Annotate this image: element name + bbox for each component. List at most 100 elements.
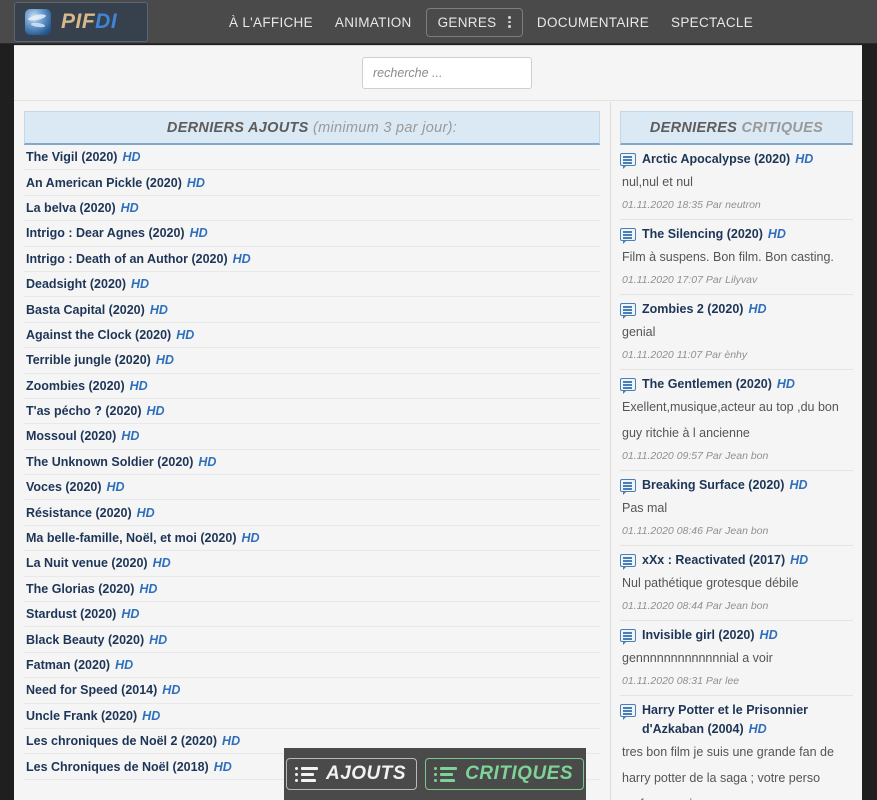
movie-list-item[interactable]: La belva (2020) HD	[24, 196, 600, 222]
movie-title: Fatman (2020)	[26, 658, 111, 672]
review-quality-badge: HD	[776, 377, 795, 391]
review-quality-badge: HD	[795, 152, 814, 166]
movie-list-item[interactable]: Need for Speed (2014) HD	[24, 678, 600, 704]
movie-title: Intrigo : Dear Agnes (2020)	[26, 226, 185, 241]
movie-title: Terrible jungle (2020)	[26, 353, 151, 368]
movie-title: Uncle Frank (2020)	[26, 708, 138, 723]
review-movie-title: Breaking Surface (2020)	[642, 478, 785, 492]
review-movie-title: xXx : Reactivated (2017)	[642, 553, 786, 567]
movie-list-item[interactable]: Voces (2020) HD	[24, 475, 600, 501]
list-icon	[294, 766, 318, 782]
latest-reviews-title-1: DERNIERES	[649, 119, 738, 136]
movie-quality-badge: HD	[136, 505, 155, 520]
review-body-text: nul,nul et nul	[622, 175, 693, 189]
movie-list-item[interactable]: The Unknown Soldier (2020) HD	[24, 450, 600, 476]
nav-item-documentaire[interactable]: DOCUMENTAIRE	[526, 9, 660, 36]
movie-list-item[interactable]: Zoombies (2020) HD	[24, 374, 600, 399]
movie-list-item[interactable]: Mossoul (2020) HD	[24, 424, 600, 450]
review-title-row[interactable]: Zombies 2 (2020) HD	[620, 300, 853, 319]
search-input[interactable]	[362, 57, 532, 89]
movie-quality-badge: HD	[162, 683, 181, 698]
movie-quality-badge: HD	[129, 378, 148, 393]
movie-list-item[interactable]: Against the Clock (2020) HD	[24, 323, 600, 349]
movie-list-item[interactable]: Ma belle-famille, Noël, et moi (2020) HD	[24, 526, 600, 552]
movie-title: La Nuit venue (2020)	[26, 556, 148, 571]
movie-quality-badge: HD	[241, 531, 260, 546]
nav-item-animation[interactable]: ANIMATION	[324, 9, 423, 36]
critiques-button[interactable]: CRITIQUES	[425, 758, 585, 790]
movie-quality-badge: HD	[232, 251, 251, 266]
movie-quality-badge: HD	[152, 556, 171, 571]
review-title-row[interactable]: Arctic Apocalypse (2020) HD	[620, 150, 853, 169]
movie-list-item[interactable]: The Glorias (2020) HD	[24, 577, 600, 603]
movie-list-item[interactable]: An American Pickle (2020) HD	[24, 170, 600, 196]
review-body-text: gennnnnnnnnnnnnial a voir	[622, 651, 773, 665]
review-item: Breaking Surface (2020) HD Pas mal 01.11.20…	[620, 471, 853, 546]
comment-bubble-icon	[620, 704, 636, 720]
movie-list-item[interactable]: Terrible jungle (2020) HD	[24, 348, 600, 374]
movie-title: Stardust (2020)	[26, 607, 117, 622]
movie-quality-badge: HD	[213, 759, 232, 774]
movie-list-item[interactable]: Deadsight (2020) HD	[24, 272, 600, 298]
review-title-row[interactable]: The Silencing (2020) HD	[620, 225, 853, 244]
review-item: The Silencing (2020) HD Film à suspens. Bo…	[620, 220, 853, 295]
kebab-menu-icon[interactable]	[505, 16, 514, 28]
movie-quality-badge: HD	[149, 302, 168, 317]
movie-list-item[interactable]: Uncle Frank (2020) HD	[24, 704, 600, 729]
movie-quality-badge: HD	[121, 429, 140, 444]
movie-title: Against the Clock (2020)	[26, 327, 172, 342]
comment-bubble-icon	[620, 153, 636, 169]
movie-list-item[interactable]: Fatman (2020) HD	[24, 653, 600, 679]
movie-list-item[interactable]: Black Beauty (2020) HD	[24, 627, 600, 653]
page-content: DERNIERS AJOUTS (minimum 3 par jour): Th…	[14, 45, 862, 800]
movie-quality-badge: HD	[189, 226, 208, 241]
review-movie-title: Arctic Apocalypse (2020)	[642, 152, 791, 166]
nav-item-genres[interactable]: GENRES	[425, 7, 523, 37]
movie-list-item[interactable]: Résistance (2020) HD	[24, 500, 600, 526]
movie-title: La belva (2020)	[26, 200, 116, 215]
review-movie-title: Harry Potter et le Prisonnier d'Azkaban …	[642, 703, 809, 736]
latest-reviews-header: DERNIERES CRITIQUES	[620, 111, 853, 145]
review-item: Zombies 2 (2020) HD genial 01.11.2020 11:07…	[620, 295, 853, 370]
movie-quality-badge: HD	[146, 404, 165, 419]
review-title-row[interactable]: Harry Potter et le Prisonnier d'Azkaban …	[620, 701, 853, 739]
movie-quality-badge: HD	[149, 632, 168, 647]
nav-item-a-laffiche[interactable]: À L'AFFICHE	[218, 9, 324, 36]
movie-list-item[interactable]: Basta Capital (2020) HD	[24, 297, 600, 323]
movie-quality-badge: HD	[176, 327, 195, 342]
movie-list-item[interactable]: La Nuit venue (2020) HD	[24, 551, 600, 577]
review-item: The Gentlemen (2020) HD Exellent,musique,a…	[620, 370, 853, 471]
brand-part-1: PIF	[61, 9, 96, 33]
ajouts-button-label: AJOUTS	[325, 763, 407, 784]
movie-list-item[interactable]: Stardust (2020) HD	[24, 602, 600, 628]
movie-list-item[interactable]: T'as pécho ? (2020) HD	[24, 399, 600, 425]
top-navbar: PIFDI À L'AFFICHE ANIMATION GENRES DOCUM…	[0, 0, 877, 44]
review-quality-badge: HD	[748, 722, 767, 736]
review-title-row[interactable]: Invisible girl (2020) HD	[620, 626, 853, 645]
movie-quality-badge: HD	[121, 607, 140, 622]
review-title-row[interactable]: xXx : Reactivated (2017) HD	[620, 551, 853, 570]
review-quality-badge: HD	[767, 227, 786, 241]
review-item: xXx : Reactivated (2017) HD Nul pathétique…	[620, 546, 853, 621]
review-title-row[interactable]: The Gentlemen (2020) HD	[620, 375, 853, 394]
globe-icon	[25, 8, 51, 35]
ajouts-button[interactable]: AJOUTS	[285, 758, 418, 790]
movie-list: The Vigil (2020) HD An American Pickle (20…	[24, 145, 600, 780]
review-item: Harry Potter et le Prisonnier d'Azkaban …	[620, 696, 853, 800]
movie-list-item[interactable]: The Vigil (2020) HD	[24, 145, 600, 171]
movie-quality-badge: HD	[186, 175, 205, 190]
review-title-row[interactable]: Breaking Surface (2020) HD	[620, 476, 853, 495]
movie-quality-badge: HD	[198, 454, 217, 469]
comment-bubble-icon	[620, 303, 636, 319]
review-meta: 01.11.2020 17:07 Par Lilyvav	[622, 274, 758, 286]
movie-list-item[interactable]: Intrigo : Death of an Author (2020) HD	[24, 247, 600, 272]
nav-item-spectacle[interactable]: SPECTACLE	[660, 9, 764, 36]
movie-title: Ma belle-famille, Noël, et moi (2020)	[26, 531, 237, 546]
movie-list-item[interactable]: Intrigo : Dear Agnes (2020) HD	[24, 221, 600, 247]
movie-quality-badge: HD	[155, 353, 174, 368]
movie-quality-badge: HD	[122, 150, 141, 165]
review-body-text: Exellent,musique,acteur au top ,du bon g…	[622, 400, 839, 440]
movie-title: Basta Capital (2020)	[26, 302, 145, 317]
review-body-text: Pas mal	[622, 501, 668, 515]
brand-logo-box[interactable]: PIFDI	[14, 1, 148, 42]
